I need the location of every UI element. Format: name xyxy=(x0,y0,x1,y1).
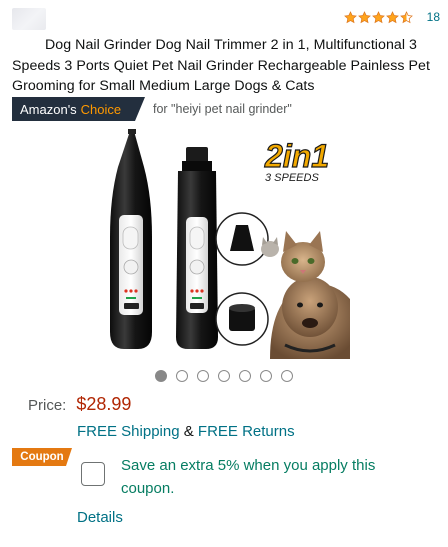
brand-name-redacted xyxy=(12,8,46,30)
coupon-text[interactable]: Save an extra 5% when you apply this cou… xyxy=(121,454,421,500)
svg-text:2in1: 2in1 xyxy=(264,138,329,174)
coupon-tag: Coupon xyxy=(12,448,72,466)
star-icon xyxy=(343,10,357,24)
shipping-info: FREE Shipping & FREE Returns xyxy=(77,423,295,440)
star-icon xyxy=(385,10,399,24)
grinder-head-detail xyxy=(215,292,269,346)
carousel-dot[interactable] xyxy=(218,370,230,382)
star-icon xyxy=(399,10,413,24)
two-in-one-logo: 2in1 3 SPEEDS xyxy=(263,137,329,184)
price-label: Price: xyxy=(28,397,67,414)
amazons-choice-row: Amazon's Choice for "heiyi pet nail grin… xyxy=(12,97,292,121)
carousel-dot[interactable] xyxy=(281,370,293,382)
rating-count[interactable]: 18 xyxy=(427,10,440,24)
badge-prefix: Amazon's xyxy=(20,101,77,117)
star-icon xyxy=(357,10,371,24)
trimmer-device xyxy=(110,129,152,349)
star-icon xyxy=(371,10,385,24)
carousel-dot[interactable] xyxy=(197,370,209,382)
free-shipping-link[interactable]: FREE Shipping xyxy=(77,423,180,440)
shipping-amp: & xyxy=(183,423,194,440)
carousel-dot[interactable] xyxy=(260,370,272,382)
badge-choice: Choice xyxy=(80,101,122,117)
star-rating[interactable] xyxy=(343,10,413,24)
kitten-photo xyxy=(261,237,279,257)
carousel-dot[interactable] xyxy=(155,370,167,382)
price-row: Price: $28.99 xyxy=(28,394,131,415)
details-link[interactable]: Details xyxy=(77,509,123,526)
image-carousel-dots[interactable] xyxy=(155,370,293,382)
rating[interactable]: 18 xyxy=(343,10,440,24)
product-image[interactable]: 2in1 3 SPEEDS xyxy=(100,127,350,359)
product-title: Dog Nail Grinder Dog Nail Trimmer 2 in 1… xyxy=(12,37,430,94)
badge-keyword: for "heiyi pet nail grinder" xyxy=(153,102,292,116)
amazons-choice-badge[interactable]: Amazon's Choice xyxy=(12,97,145,121)
dog-photo xyxy=(270,277,350,359)
trimmer-head-detail xyxy=(215,212,269,266)
coupon-checkbox[interactable] xyxy=(81,462,105,486)
price-value: $28.99 xyxy=(76,394,132,414)
svg-text:3 SPEEDS: 3 SPEEDS xyxy=(265,172,319,184)
carousel-dot[interactable] xyxy=(239,370,251,382)
carousel-dot[interactable] xyxy=(176,370,188,382)
grinder-device xyxy=(176,147,218,349)
cat-photo xyxy=(281,231,325,282)
free-returns-link[interactable]: FREE Returns xyxy=(198,423,295,440)
